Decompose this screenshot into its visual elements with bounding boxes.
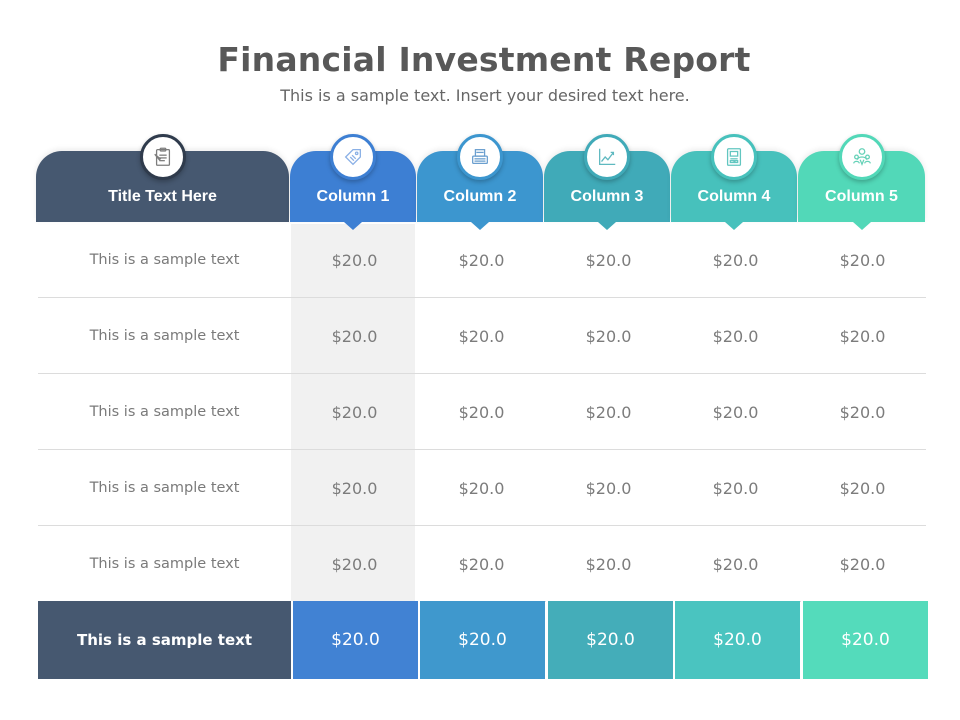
column-header-2: Column 2 — [417, 134, 543, 230]
row-value-column-2: $20.0 — [458, 326, 505, 346]
row-label: This is a sample text — [89, 404, 240, 420]
column-header-badge — [838, 134, 885, 180]
row-value-column-3: $20.0 — [585, 402, 632, 422]
table-row: This is a sample text $20.0 $20.0 $20.0 $20.… — [38, 374, 926, 450]
column-header-badge — [584, 134, 630, 180]
table-row: This is a sample text $20.0 $20.0 $20.0 $20.… — [38, 450, 926, 526]
column-header-label: Column 4 — [697, 188, 771, 205]
team-leader-icon — [852, 148, 871, 167]
title-header-label: Title Text Here — [108, 188, 217, 205]
column-header-label: Column 2 — [443, 188, 517, 205]
row-label: This is a sample text — [89, 252, 240, 268]
row-value-column-1: $20.0 — [331, 478, 378, 498]
footer-value-column-4: $20.0 — [673, 601, 800, 679]
document-report-icon — [726, 148, 742, 166]
row-value-column-5: $20.0 — [839, 250, 886, 270]
row-divider — [38, 525, 926, 526]
column-header-4: Column 4 — [671, 134, 797, 230]
title-header-badge — [139, 134, 186, 180]
row-label: This is a sample text — [89, 480, 240, 496]
column-header-label: Column 3 — [570, 188, 644, 205]
row-value-column-2: $20.0 — [458, 250, 505, 270]
row-value-column-5: $20.0 — [839, 326, 886, 346]
row-value-column-3: $20.0 — [585, 554, 632, 574]
row-value-column-3: $20.0 — [585, 250, 632, 270]
row-divider — [38, 449, 926, 450]
column-header-badge — [457, 134, 503, 180]
price-tag-icon — [344, 149, 361, 166]
row-value-column-1: $20.0 — [331, 554, 378, 574]
row-value-column-4: $20.0 — [712, 478, 759, 498]
column-header-label: Column 1 — [316, 188, 390, 205]
footer-value-column-5: $20.0 — [801, 601, 928, 679]
row-value-column-5: $20.0 — [839, 402, 886, 422]
line-chart-icon — [599, 148, 616, 165]
row-value-column-4: $20.0 — [712, 554, 759, 574]
column-header-5: Column 5 — [798, 134, 925, 230]
typewriter-icon — [472, 149, 488, 165]
row-value-column-2: $20.0 — [458, 478, 505, 498]
row-divider — [38, 297, 926, 298]
table-row: This is a sample text $20.0 $20.0 $20.0 $20.… — [38, 298, 926, 374]
row-value-column-2: $20.0 — [458, 554, 505, 574]
page-subtitle: This is a sample text. Insert your desir… — [280, 86, 690, 105]
column-header-badge — [711, 134, 757, 180]
row-value-column-2: $20.0 — [458, 402, 505, 422]
row-value-column-1: $20.0 — [331, 250, 378, 270]
row-value-column-4: $20.0 — [712, 402, 759, 422]
footer-value-column-2: $20.0 — [418, 601, 545, 679]
table-row: This is a sample text $20.0 $20.0 $20.0 $20.… — [38, 526, 926, 602]
row-value-column-3: $20.0 — [585, 326, 632, 346]
row-divider — [38, 373, 926, 374]
row-value-column-4: $20.0 — [712, 326, 759, 346]
table-row: This is a sample text $20.0 $20.0 $20.0 $20.… — [38, 222, 926, 298]
row-label: This is a sample text — [89, 556, 240, 572]
footer-label: This is a sample text — [38, 601, 291, 679]
row-label: This is a sample text — [89, 328, 240, 344]
row-value-column-5: $20.0 — [839, 478, 886, 498]
footer-value-column-3: $20.0 — [546, 601, 673, 679]
column-header-3: Column 3 — [544, 134, 670, 230]
page-title: Financial Investment Report — [217, 40, 751, 79]
row-value-column-1: $20.0 — [331, 326, 378, 346]
row-value-column-4: $20.0 — [712, 250, 759, 270]
row-value-column-3: $20.0 — [585, 478, 632, 498]
clipboard-icon — [153, 147, 170, 166]
column-header-badge — [330, 134, 376, 180]
row-value-column-1: $20.0 — [331, 402, 378, 422]
column-header-label: Column 5 — [825, 188, 898, 205]
footer-value-column-1: $20.0 — [291, 601, 418, 679]
title-header: Title Text Here — [36, 134, 289, 222]
row-value-column-5: $20.0 — [839, 554, 886, 574]
column-header-1: Column 1 — [290, 134, 416, 230]
